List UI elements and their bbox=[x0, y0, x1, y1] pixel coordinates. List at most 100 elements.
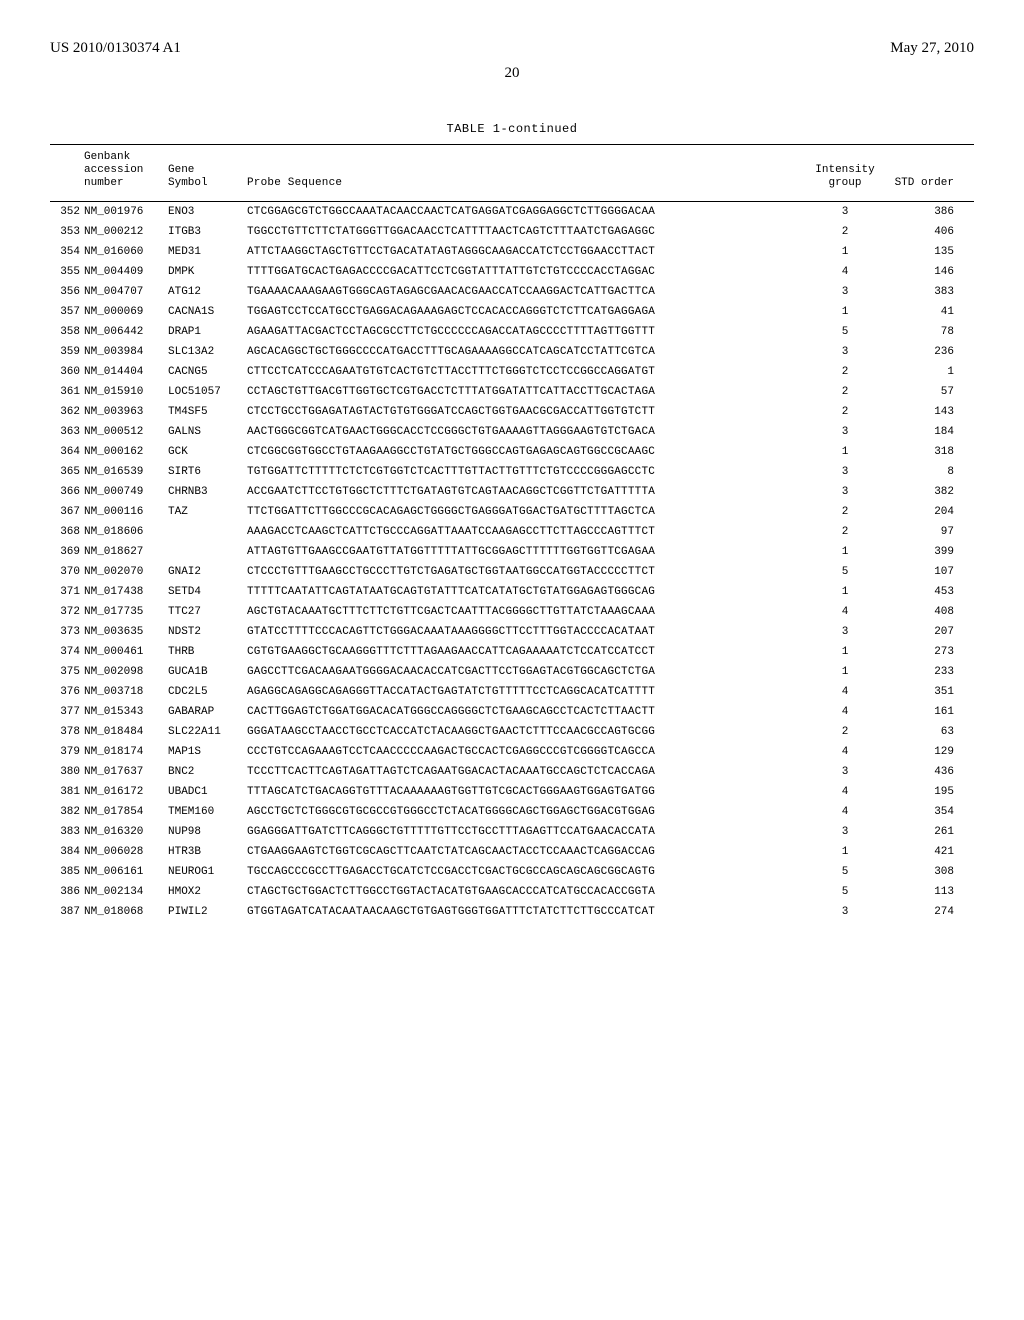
std-order: 204 bbox=[882, 502, 974, 522]
probe-sequence: GTGGTAGATCATACAATAACAAGCTGTGAGTGGGTGGATT… bbox=[245, 902, 808, 922]
probe-sequence: ATTAGTGTTGAAGCCGAATGTTATGGTTTTTATTGCGGAG… bbox=[245, 542, 808, 562]
std-order: 97 bbox=[882, 522, 974, 542]
table-row: 357NM_000069CACNA1STGGAGTCCTCCATGCCTGAGG… bbox=[50, 302, 974, 322]
table-row: 386NM_002134HMOX2CTAGCTGCTGGACTCTTGGCCTG… bbox=[50, 882, 974, 902]
table-row: 360NM_014404CACNG5CTTCCTCATCCCAGAATGTGTC… bbox=[50, 362, 974, 382]
accession-number: NM_000116 bbox=[82, 502, 166, 522]
intensity-group: 1 bbox=[808, 442, 882, 462]
std-order: 274 bbox=[882, 902, 974, 922]
table-row: 370NM_002070GNAI2CTCCCTGTTTGAAGCCTGCCCTT… bbox=[50, 562, 974, 582]
std-order: 383 bbox=[882, 282, 974, 302]
probe-sequence: ACCGAATCTTCCTGTGGCTCTTTCTGATAGTGTCAGTAAC… bbox=[245, 482, 808, 502]
accession-number: NM_014404 bbox=[82, 362, 166, 382]
intensity-group: 4 bbox=[808, 682, 882, 702]
row-index: 383 bbox=[50, 822, 82, 842]
accession-number: NM_016320 bbox=[82, 822, 166, 842]
accession-number: NM_017438 bbox=[82, 582, 166, 602]
col-symbol: Gene Symbol bbox=[166, 145, 245, 202]
accession-number: NM_018068 bbox=[82, 902, 166, 922]
accession-number: NM_002098 bbox=[82, 662, 166, 682]
row-index: 355 bbox=[50, 262, 82, 282]
std-order: 386 bbox=[882, 201, 974, 222]
std-order: 421 bbox=[882, 842, 974, 862]
intensity-group: 3 bbox=[808, 822, 882, 842]
row-index: 370 bbox=[50, 562, 82, 582]
accession-number: NM_000162 bbox=[82, 442, 166, 462]
row-index: 353 bbox=[50, 222, 82, 242]
table-row: 385NM_006161NEUROG1TGCCAGCCCGCCTTGAGACCT… bbox=[50, 862, 974, 882]
gene-symbol: THRB bbox=[166, 642, 245, 662]
table-row: 372NM_017735TTC27AGCTGTACAAATGCTTTCTTCTG… bbox=[50, 602, 974, 622]
row-index: 387 bbox=[50, 902, 82, 922]
std-order: 146 bbox=[882, 262, 974, 282]
intensity-group: 3 bbox=[808, 462, 882, 482]
std-order: 318 bbox=[882, 442, 974, 462]
std-order: 354 bbox=[882, 802, 974, 822]
row-index: 356 bbox=[50, 282, 82, 302]
table-row: 359NM_003984SLC13A2AGCACAGGCTGCTGGGCCCCA… bbox=[50, 342, 974, 362]
table-row: 355NM_004409DMPKTTTTGGATGCACTGAGACCCCGAC… bbox=[50, 262, 974, 282]
probe-sequence: TGGAGTCCTCCATGCCTGAGGACAGAAAGAGCTCCACACC… bbox=[245, 302, 808, 322]
table-row: 368NM_018606AAAGACCTCAAGCTCATTCTGCCCAGGA… bbox=[50, 522, 974, 542]
row-index: 373 bbox=[50, 622, 82, 642]
table-row: 373NM_003635NDST2GTATCCTTTTCCCACAGTTCTGG… bbox=[50, 622, 974, 642]
probe-sequence: CCTAGCTGTTGACGTTGGTGCTCGTGACCTCTTTATGGAT… bbox=[245, 382, 808, 402]
accession-number: NM_017854 bbox=[82, 802, 166, 822]
gene-symbol: GNAI2 bbox=[166, 562, 245, 582]
gene-symbol: SETD4 bbox=[166, 582, 245, 602]
accession-number: NM_003963 bbox=[82, 402, 166, 422]
intensity-group: 1 bbox=[808, 242, 882, 262]
probe-sequence: AAAGACCTCAAGCTCATTCTGCCCAGGATTAAATCCAAGA… bbox=[245, 522, 808, 542]
probe-sequence: AGAGGCAGAGGCAGAGGGTTACCATACTGAGTATCTGTTT… bbox=[245, 682, 808, 702]
accession-number: NM_015910 bbox=[82, 382, 166, 402]
row-index: 378 bbox=[50, 722, 82, 742]
table-row: 354NM_016060MED31ATTCTAAGGCTAGCTGTTCCTGA… bbox=[50, 242, 974, 262]
intensity-group: 4 bbox=[808, 782, 882, 802]
accession-number: NM_006028 bbox=[82, 842, 166, 862]
std-order: 143 bbox=[882, 402, 974, 422]
probe-sequence: AACTGGGCGGTCATGAACTGGGCACCTCCGGGCTGTGAAA… bbox=[245, 422, 808, 442]
row-index: 367 bbox=[50, 502, 82, 522]
row-index: 360 bbox=[50, 362, 82, 382]
std-order: 453 bbox=[882, 582, 974, 602]
gene-symbol: NDST2 bbox=[166, 622, 245, 642]
probe-sequence: CTAGCTGCTGGACTCTTGGCCTGGTACTACATGTGAAGCA… bbox=[245, 882, 808, 902]
row-index: 375 bbox=[50, 662, 82, 682]
row-index: 379 bbox=[50, 742, 82, 762]
accession-number: NM_003635 bbox=[82, 622, 166, 642]
row-index: 354 bbox=[50, 242, 82, 262]
std-order: 135 bbox=[882, 242, 974, 262]
accession-number: NM_006161 bbox=[82, 862, 166, 882]
accession-number: NM_003718 bbox=[82, 682, 166, 702]
std-order: 107 bbox=[882, 562, 974, 582]
gene-symbol: HMOX2 bbox=[166, 882, 245, 902]
probe-sequence: CTCGGCGGTGGCCTGTAAGAAGGCCTGTATGCTGGGCCAG… bbox=[245, 442, 808, 462]
col-accession: Genbank accession number bbox=[82, 145, 166, 202]
table-row: 371NM_017438SETD4TTTTTCAATATTCAGTATAATGC… bbox=[50, 582, 974, 602]
intensity-group: 4 bbox=[808, 802, 882, 822]
accession-number: NM_017637 bbox=[82, 762, 166, 782]
gene-symbol: TTC27 bbox=[166, 602, 245, 622]
probe-sequence: GAGCCTTCGACAAGAATGGGGACAACACCATCGACTTCCT… bbox=[245, 662, 808, 682]
probe-sequence: TTCTGGATTCTTGGCCCGCACAGAGCTGGGGCTGAGGGAT… bbox=[245, 502, 808, 522]
gene-symbol: BNC2 bbox=[166, 762, 245, 782]
probe-sequence: CTCCCTGTTTGAAGCCTGCCCTTGTCTGAGATGCTGGTAA… bbox=[245, 562, 808, 582]
row-index: 363 bbox=[50, 422, 82, 442]
intensity-group: 1 bbox=[808, 662, 882, 682]
std-order: 8 bbox=[882, 462, 974, 482]
std-order: 1 bbox=[882, 362, 974, 382]
accession-number: NM_018606 bbox=[82, 522, 166, 542]
std-order: 408 bbox=[882, 602, 974, 622]
table-row: 361NM_015910LOC51057CCTAGCTGTTGACGTTGGTG… bbox=[50, 382, 974, 402]
row-index: 361 bbox=[50, 382, 82, 402]
std-order: 78 bbox=[882, 322, 974, 342]
intensity-group: 2 bbox=[808, 362, 882, 382]
std-order: 161 bbox=[882, 702, 974, 722]
probe-sequence: AGCTGTACAAATGCTTTCTTCTGTTCGACTCAATTTACGG… bbox=[245, 602, 808, 622]
col-intensity: Intensity group bbox=[808, 145, 882, 202]
gene-symbol: MED31 bbox=[166, 242, 245, 262]
page-number: 20 bbox=[50, 65, 974, 82]
table-row: 358NM_006442DRAP1AGAAGATTACGACTCCTAGCGCC… bbox=[50, 322, 974, 342]
probe-sequence: CTGAAGGAAGTCTGGTCGCAGCTTCAATCTATCAGCAACT… bbox=[245, 842, 808, 862]
intensity-group: 2 bbox=[808, 522, 882, 542]
